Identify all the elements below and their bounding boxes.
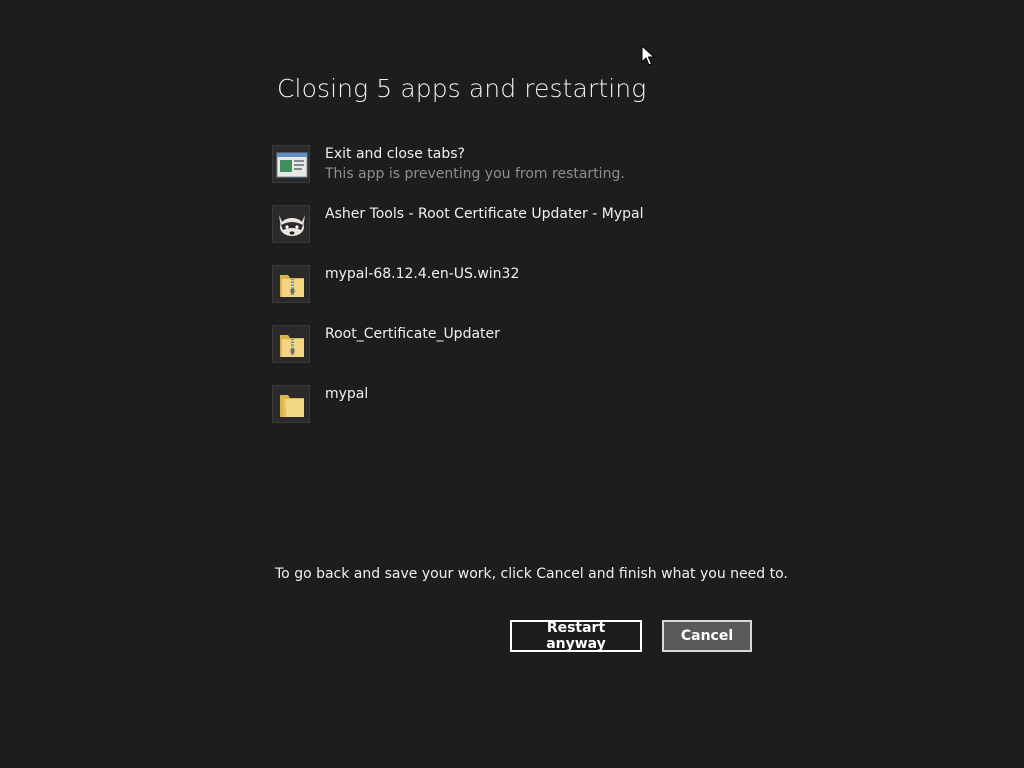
app-name: Root_Certificate_Updater [325,326,500,342]
mouse-pointer-icon [641,44,656,71]
restart-anyway-button[interactable]: Restart anyway [510,620,642,652]
raccoon-icon [272,205,310,243]
app-name: mypal-68.12.4.en-US.win32 [325,266,520,282]
browser-window-icon [272,145,310,183]
page-title: Closing 5 apps and restarting [277,74,647,103]
app-status: This app is preventing you from restarti… [325,166,625,182]
cancel-button[interactable]: Cancel [662,620,752,652]
app-name: mypal [325,386,369,402]
restart-blocked-screen: Closing 5 apps and restarting Exit and c… [0,0,1024,768]
zip-folder-icon [272,265,310,303]
instruction-text: To go back and save your work, click Can… [275,566,788,582]
app-name: Asher Tools - Root Certificate Updater -… [325,206,644,222]
app-name: Exit and close tabs? [325,146,465,162]
folder-icon [272,385,310,423]
zip-folder-icon [272,325,310,363]
